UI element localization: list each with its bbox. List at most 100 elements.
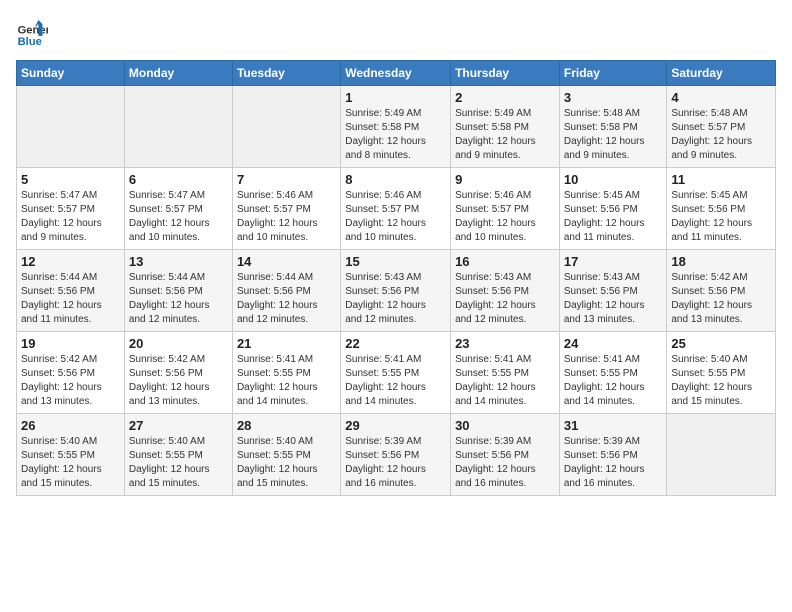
day-info: Sunrise: 5:44 AM Sunset: 5:56 PM Dayligh… xyxy=(129,271,228,327)
svg-text:Blue: Blue xyxy=(18,36,42,48)
week-row-5: 26 Sunrise: 5:40 AM Sunset: 5:55 PM Dayli… xyxy=(17,414,776,496)
day-info: Sunrise: 5:43 AM Sunset: 5:56 PM Dayligh… xyxy=(564,271,663,327)
day-number: 22 xyxy=(345,336,446,351)
week-row-3: 12 Sunrise: 5:44 AM Sunset: 5:56 PM Dayli… xyxy=(17,250,776,332)
day-cell xyxy=(232,86,340,168)
day-number: 27 xyxy=(129,418,228,433)
day-cell: 25Sunrise: 5:40 AM Sunset: 5:55 PM Dayli… xyxy=(667,332,776,414)
day-cell: 13Sunrise: 5:44 AM Sunset: 5:56 PM Dayli… xyxy=(124,250,232,332)
col-header-thursday: Thursday xyxy=(451,61,560,86)
day-info: Sunrise: 5:40 AM Sunset: 5:55 PM Dayligh… xyxy=(129,435,228,491)
day-cell: 14Sunrise: 5:44 AM Sunset: 5:56 PM Dayli… xyxy=(232,250,340,332)
week-row-1: 1 Sunrise: 5:49 AM Sunset: 5:58 PM Daylig… xyxy=(17,86,776,168)
day-number: 10 xyxy=(564,172,663,187)
day-info: Sunrise: 5:44 AM Sunset: 5:56 PM Dayligh… xyxy=(21,271,120,327)
logo-icon: General Blue xyxy=(16,16,48,48)
day-cell: 9 Sunrise: 5:46 AM Sunset: 5:57 PM Daylig… xyxy=(451,168,560,250)
day-number: 5 xyxy=(21,172,120,187)
day-cell xyxy=(17,86,125,168)
day-number: 11 xyxy=(671,172,771,187)
day-info: Sunrise: 5:39 AM Sunset: 5:56 PM Dayligh… xyxy=(455,435,555,491)
day-info: Sunrise: 5:45 AM Sunset: 5:56 PM Dayligh… xyxy=(671,189,771,245)
day-info: Sunrise: 5:41 AM Sunset: 5:55 PM Dayligh… xyxy=(455,353,555,409)
day-cell: 17Sunrise: 5:43 AM Sunset: 5:56 PM Dayli… xyxy=(559,250,667,332)
day-number: 6 xyxy=(129,172,228,187)
day-info: Sunrise: 5:43 AM Sunset: 5:56 PM Dayligh… xyxy=(455,271,555,327)
day-cell: 11 Sunrise: 5:45 AM Sunset: 5:56 PM Dayli… xyxy=(667,168,776,250)
day-number: 2 xyxy=(455,90,555,105)
day-info: Sunrise: 5:42 AM Sunset: 5:56 PM Dayligh… xyxy=(21,353,120,409)
day-info: Sunrise: 5:48 AM Sunset: 5:57 PM Dayligh… xyxy=(671,107,771,163)
day-cell xyxy=(124,86,232,168)
day-number: 30 xyxy=(455,418,555,433)
day-cell: 19 Sunrise: 5:42 AM Sunset: 5:56 PM Dayli… xyxy=(17,332,125,414)
day-number: 1 xyxy=(345,90,446,105)
day-cell: 3Sunrise: 5:48 AM Sunset: 5:58 PM Daylig… xyxy=(559,86,667,168)
day-info: Sunrise: 5:40 AM Sunset: 5:55 PM Dayligh… xyxy=(237,435,336,491)
col-header-wednesday: Wednesday xyxy=(341,61,451,86)
day-number: 14 xyxy=(237,254,336,269)
col-header-tuesday: Tuesday xyxy=(232,61,340,86)
col-header-friday: Friday xyxy=(559,61,667,86)
day-cell: 18 Sunrise: 5:42 AM Sunset: 5:56 PM Dayli… xyxy=(667,250,776,332)
day-cell: 26 Sunrise: 5:40 AM Sunset: 5:55 PM Dayli… xyxy=(17,414,125,496)
day-number: 24 xyxy=(564,336,663,351)
day-number: 21 xyxy=(237,336,336,351)
day-info: Sunrise: 5:47 AM Sunset: 5:57 PM Dayligh… xyxy=(129,189,228,245)
day-number: 3 xyxy=(564,90,663,105)
day-info: Sunrise: 5:42 AM Sunset: 5:56 PM Dayligh… xyxy=(129,353,228,409)
day-info: Sunrise: 5:39 AM Sunset: 5:56 PM Dayligh… xyxy=(345,435,446,491)
day-cell: 24 Sunrise: 5:41 AM Sunset: 5:55 PM Dayli… xyxy=(559,332,667,414)
day-cell: 7 Sunrise: 5:46 AM Sunset: 5:57 PM Daylig… xyxy=(232,168,340,250)
day-info: Sunrise: 5:46 AM Sunset: 5:57 PM Dayligh… xyxy=(345,189,446,245)
col-header-sunday: Sunday xyxy=(17,61,125,86)
day-cell: 23 Sunrise: 5:41 AM Sunset: 5:55 PM Dayli… xyxy=(451,332,560,414)
calendar-table: SundayMondayTuesdayWednesdayThursdayFrid… xyxy=(16,60,776,496)
day-info: Sunrise: 5:49 AM Sunset: 5:58 PM Dayligh… xyxy=(345,107,446,163)
day-info: Sunrise: 5:46 AM Sunset: 5:57 PM Dayligh… xyxy=(455,189,555,245)
day-cell: 1 Sunrise: 5:49 AM Sunset: 5:58 PM Daylig… xyxy=(341,86,451,168)
day-number: 31 xyxy=(564,418,663,433)
day-info: Sunrise: 5:42 AM Sunset: 5:56 PM Dayligh… xyxy=(671,271,771,327)
day-number: 26 xyxy=(21,418,120,433)
day-info: Sunrise: 5:49 AM Sunset: 5:58 PM Dayligh… xyxy=(455,107,555,163)
day-number: 4 xyxy=(671,90,771,105)
day-info: Sunrise: 5:41 AM Sunset: 5:55 PM Dayligh… xyxy=(564,353,663,409)
day-info: Sunrise: 5:47 AM Sunset: 5:57 PM Dayligh… xyxy=(21,189,120,245)
header-row: SundayMondayTuesdayWednesdayThursdayFrid… xyxy=(17,61,776,86)
day-info: Sunrise: 5:40 AM Sunset: 5:55 PM Dayligh… xyxy=(21,435,120,491)
day-number: 12 xyxy=(21,254,120,269)
day-cell: 21 Sunrise: 5:41 AM Sunset: 5:55 PM Dayli… xyxy=(232,332,340,414)
day-number: 29 xyxy=(345,418,446,433)
day-number: 18 xyxy=(671,254,771,269)
day-cell: 28 Sunrise: 5:40 AM Sunset: 5:55 PM Dayli… xyxy=(232,414,340,496)
svg-text:General: General xyxy=(18,25,48,37)
day-info: Sunrise: 5:46 AM Sunset: 5:57 PM Dayligh… xyxy=(237,189,336,245)
logo: General Blue xyxy=(16,16,52,48)
day-number: 8 xyxy=(345,172,446,187)
day-cell: 2 Sunrise: 5:49 AM Sunset: 5:58 PM Daylig… xyxy=(451,86,560,168)
day-info: Sunrise: 5:41 AM Sunset: 5:55 PM Dayligh… xyxy=(237,353,336,409)
day-cell: 16 Sunrise: 5:43 AM Sunset: 5:56 PM Dayli… xyxy=(451,250,560,332)
day-cell: 4 Sunrise: 5:48 AM Sunset: 5:57 PM Daylig… xyxy=(667,86,776,168)
day-number: 20 xyxy=(129,336,228,351)
day-info: Sunrise: 5:41 AM Sunset: 5:55 PM Dayligh… xyxy=(345,353,446,409)
day-number: 23 xyxy=(455,336,555,351)
day-cell: 8 Sunrise: 5:46 AM Sunset: 5:57 PM Daylig… xyxy=(341,168,451,250)
day-number: 16 xyxy=(455,254,555,269)
day-cell: 5 Sunrise: 5:47 AM Sunset: 5:57 PM Daylig… xyxy=(17,168,125,250)
day-number: 9 xyxy=(455,172,555,187)
day-number: 7 xyxy=(237,172,336,187)
day-number: 28 xyxy=(237,418,336,433)
day-cell: 29 Sunrise: 5:39 AM Sunset: 5:56 PM Dayli… xyxy=(341,414,451,496)
day-cell: 12 Sunrise: 5:44 AM Sunset: 5:56 PM Dayli… xyxy=(17,250,125,332)
day-cell xyxy=(667,414,776,496)
day-cell: 10Sunrise: 5:45 AM Sunset: 5:56 PM Dayli… xyxy=(559,168,667,250)
day-info: Sunrise: 5:39 AM Sunset: 5:56 PM Dayligh… xyxy=(564,435,663,491)
day-number: 15 xyxy=(345,254,446,269)
day-cell: 15 Sunrise: 5:43 AM Sunset: 5:56 PM Dayli… xyxy=(341,250,451,332)
day-info: Sunrise: 5:43 AM Sunset: 5:56 PM Dayligh… xyxy=(345,271,446,327)
day-cell: 6 Sunrise: 5:47 AM Sunset: 5:57 PM Daylig… xyxy=(124,168,232,250)
day-number: 19 xyxy=(21,336,120,351)
day-cell: 30 Sunrise: 5:39 AM Sunset: 5:56 PM Dayli… xyxy=(451,414,560,496)
